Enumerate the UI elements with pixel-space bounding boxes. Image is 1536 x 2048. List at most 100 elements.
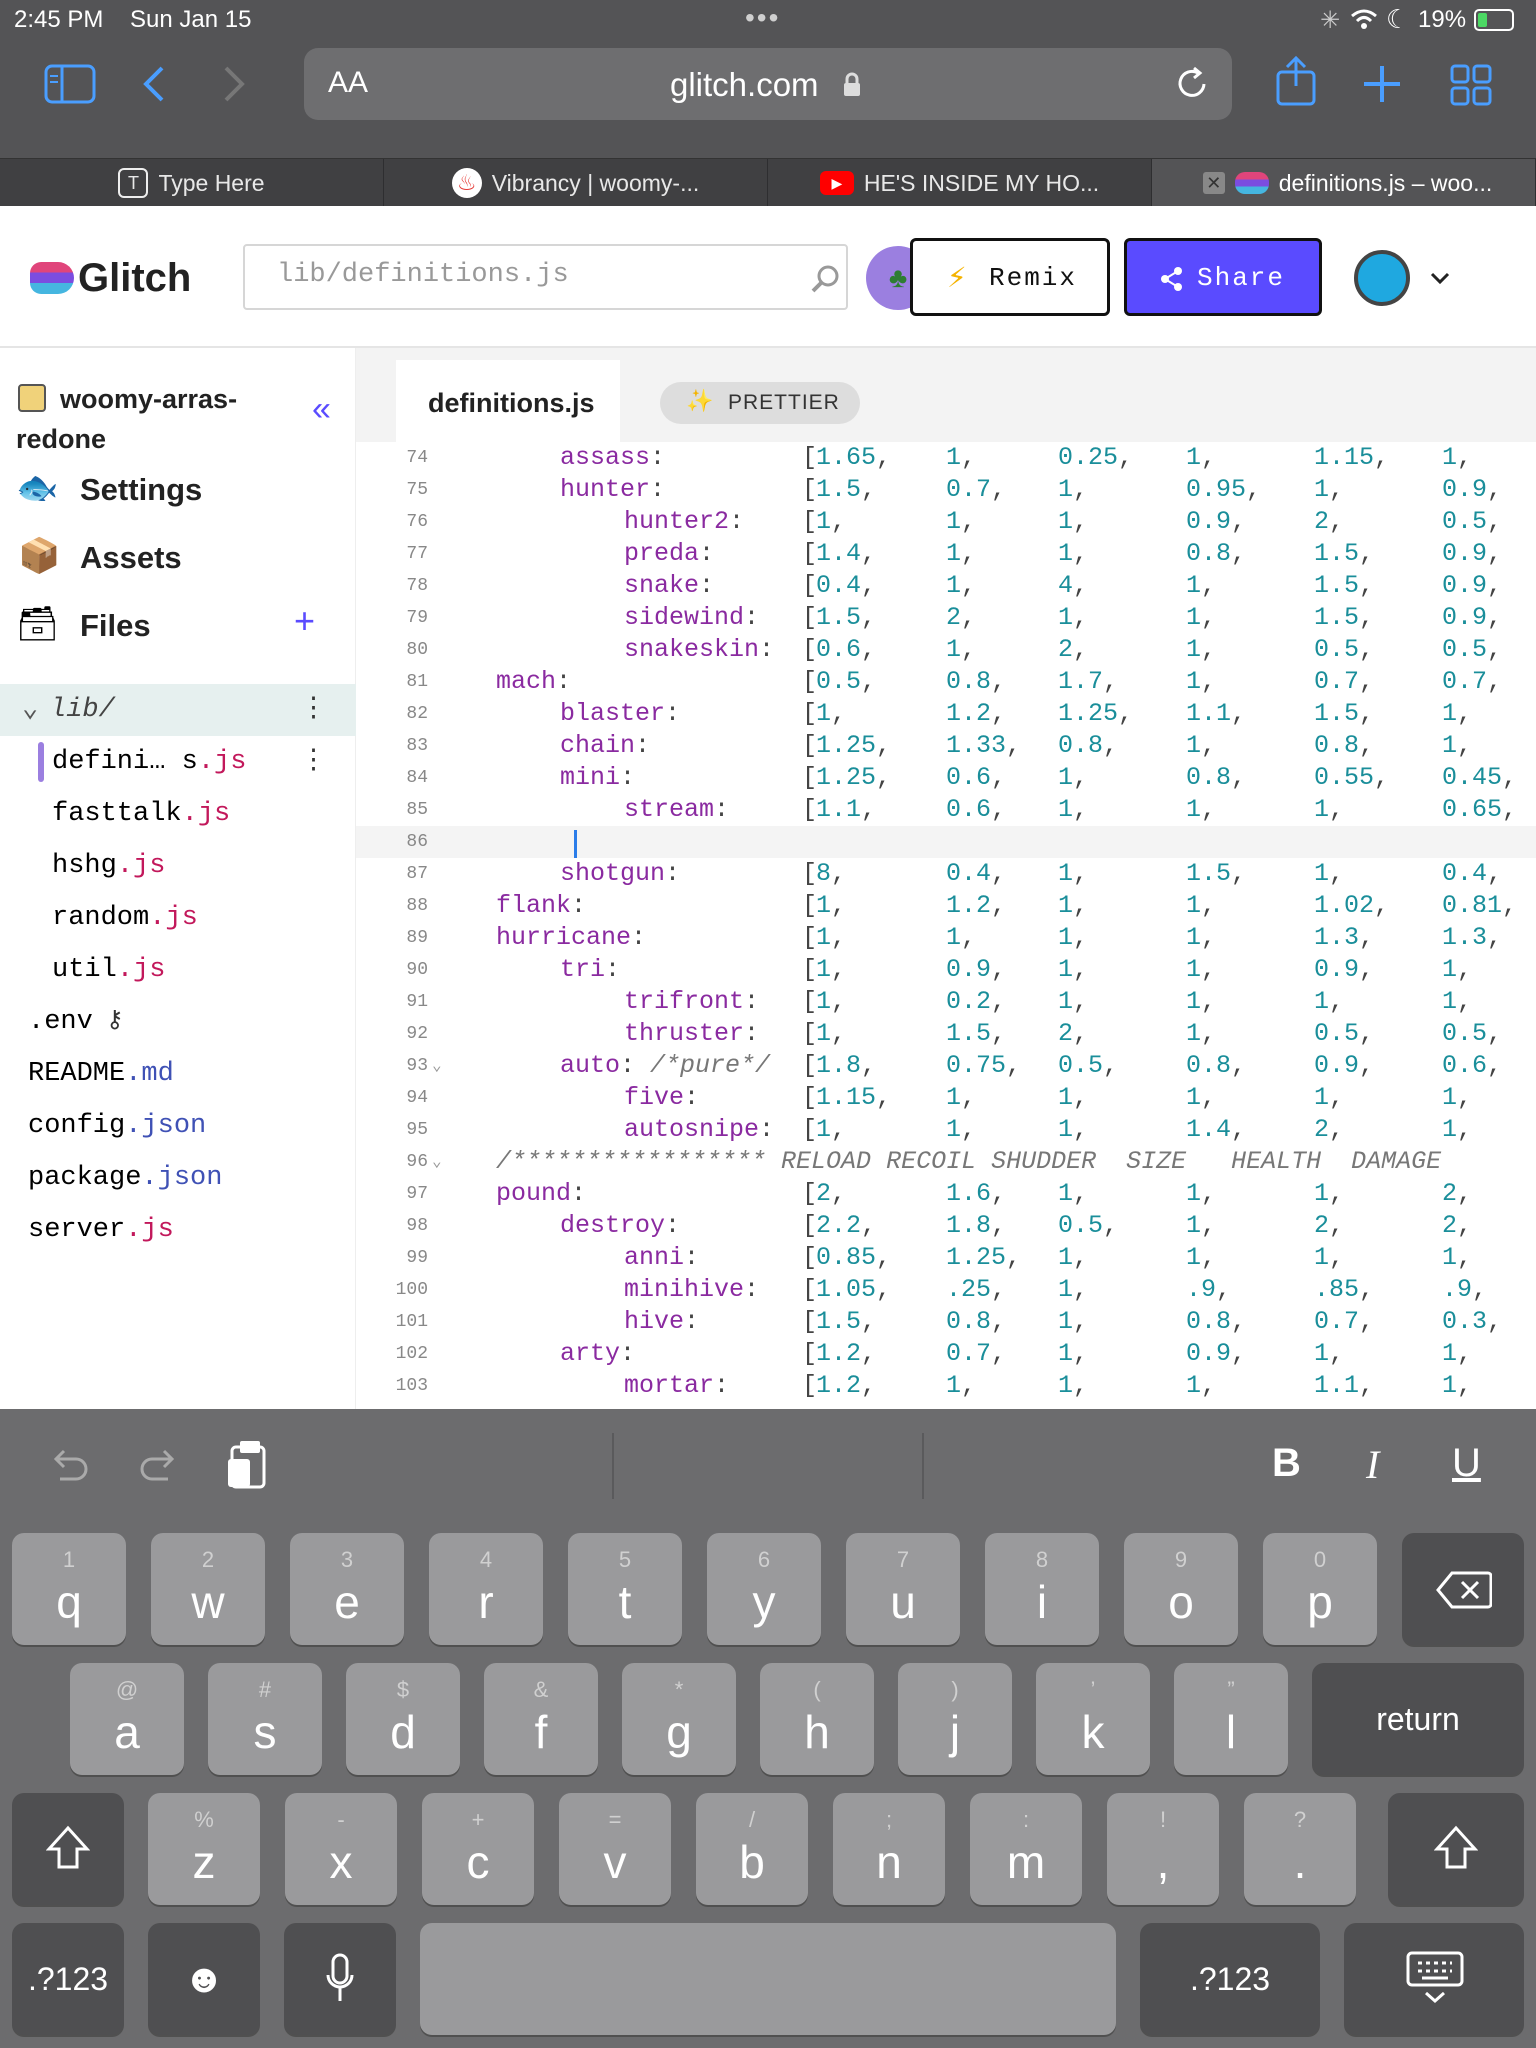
brand-name[interactable]: Glitch	[78, 256, 191, 301]
key-s[interactable]: # s	[208, 1663, 322, 1775]
address-bar[interactable]: AA glitch.com	[304, 48, 1232, 120]
editor-tab-definitions[interactable]: definitions.js	[396, 360, 620, 442]
key-m[interactable]: :m	[970, 1793, 1082, 1905]
key-c[interactable]: + c	[422, 1793, 534, 1905]
key-l[interactable]: ” l	[1174, 1663, 1288, 1775]
code-line[interactable]: 85 stream: [1.1, 0.6, 1, 1, 1, 0.65,	[356, 794, 1536, 826]
prettier-button[interactable]: ✨ PRETTIER	[660, 382, 860, 424]
code-line[interactable]: 74 assass: [1.65, 1, 0.25, 1, 1.15, 1,	[356, 442, 1536, 474]
glitch-logo-icon[interactable]	[30, 262, 74, 294]
search-icon[interactable]	[811, 264, 841, 294]
folder-lib[interactable]: ⌄ lib/ ⋮	[0, 684, 356, 736]
key-t[interactable]: 5t	[568, 1533, 682, 1645]
key-p[interactable]: 0p	[1263, 1533, 1377, 1645]
code-line[interactable]: 81 mach: [0.5, 0.8, 1.7, 1, 0.7, 0.7,	[356, 666, 1536, 698]
key-d[interactable]: $ d	[346, 1663, 460, 1775]
text-size-button[interactable]: AA	[328, 66, 368, 100]
shift-key-right[interactable]	[1388, 1793, 1524, 1905]
files-link[interactable]: Files	[80, 608, 151, 644]
file-item-definitions[interactable]: defini… s.js ⋮	[0, 736, 356, 788]
delete-key[interactable]	[1402, 1533, 1524, 1645]
browser-tab-4[interactable]: ✕ definitions.js – woo...	[1152, 159, 1536, 207]
key-a[interactable]: @ a	[70, 1663, 184, 1775]
file-item-random[interactable]: random.js	[0, 892, 356, 944]
numbers-key-right[interactable]: .?123	[1140, 1923, 1320, 2035]
key-i[interactable]: 8i	[985, 1533, 1099, 1645]
project-name-line2[interactable]: redone	[16, 424, 106, 455]
code-line[interactable]: 89 hurricane: [1, 1, 1, 1, 1.3, 1.3,	[356, 922, 1536, 954]
browser-tab-1[interactable]: T Type Here	[0, 159, 384, 207]
code-line[interactable]: 103 mortar: [1.2, 1, 1, 1, 1.1, 1,	[356, 1370, 1536, 1402]
key-e[interactable]: 3e	[290, 1533, 404, 1645]
code-line[interactable]: 101 hive: [1.5, 0.8, 1, 0.8, 0.7, 0.3,	[356, 1306, 1536, 1338]
key-f[interactable]: & f	[484, 1663, 598, 1775]
browser-tab-2[interactable]: ♨ Vibrancy | woomy-...	[384, 159, 768, 207]
key-x[interactable]: -x	[285, 1793, 397, 1905]
code-line[interactable]: 80 snakeskin: [0.6, 1, 2, 1, 0.5, 0.5,	[356, 634, 1536, 666]
reload-icon[interactable]	[1174, 66, 1210, 102]
key-j[interactable]: ) j	[898, 1663, 1012, 1775]
file-item-config[interactable]: config.json	[0, 1100, 356, 1152]
code-line[interactable]: 84 mini: [1.25, 0.6, 1, 0.8, 0.55, 0.45,	[356, 762, 1536, 794]
forward-icon[interactable]	[218, 64, 248, 104]
key-b[interactable]: / b	[696, 1793, 808, 1905]
code-line[interactable]: 83 chain: [1.25, 1.33, 0.8, 1, 0.8, 1,	[356, 730, 1536, 762]
key-w[interactable]: 2w	[151, 1533, 265, 1645]
code-line[interactable]: 94 five: [1.15, 1, 1, 1, 1, 1,	[356, 1082, 1536, 1114]
paste-icon[interactable]	[226, 1439, 270, 1491]
url-text[interactable]: glitch.com	[670, 66, 819, 104]
code-line[interactable]: 98 destroy: [2.2, 1.8, 0.5, 1, 2, 2,	[356, 1210, 1536, 1242]
remix-button[interactable]: ⚡ Remix	[910, 238, 1110, 316]
bold-icon[interactable]: B	[1272, 1441, 1301, 1486]
project-name-line1[interactable]: woomy-arras-	[60, 384, 237, 415]
code-line[interactable]: 95 autosnipe: [1, 1, 1, 1.4, 2, 1,	[356, 1114, 1536, 1146]
undo-icon[interactable]	[48, 1447, 90, 1485]
code-line[interactable]: 90 tri: [1, 0.9, 1, 1, 0.9, 1,	[356, 954, 1536, 986]
browser-tab-3[interactable]: ▶ HE'S INSIDE MY HO...	[768, 159, 1152, 207]
fold-chevron-icon[interactable]: ⌄	[432, 1146, 442, 1178]
key-z[interactable]: % z	[148, 1793, 260, 1905]
code-line[interactable]: 96 /***************** RELOAD RECOIL SHUDD…	[356, 1146, 1536, 1178]
key-h[interactable]: (h	[760, 1663, 874, 1775]
share-icon[interactable]	[1274, 56, 1318, 108]
key-o[interactable]: 9o	[1124, 1533, 1238, 1645]
search-value[interactable]: lib/definitions.js	[277, 260, 569, 290]
dictation-key[interactable]	[284, 1923, 396, 2035]
key-n[interactable]: ; n	[833, 1793, 945, 1905]
key-q[interactable]: 1q	[12, 1533, 126, 1645]
chevron-down-icon[interactable]	[1430, 272, 1450, 286]
file-item-package[interactable]: package.json	[0, 1152, 356, 1204]
file-item-hshg[interactable]: hshg.js	[0, 840, 356, 892]
user-avatar-icon[interactable]	[1354, 250, 1410, 306]
code-area[interactable]: 74 assass: [1.65, 1, 0.25, 1, 1.15, 1, 75 hunter:…	[356, 442, 1536, 1409]
collapse-sidebar-icon[interactable]: «	[312, 390, 331, 429]
code-line[interactable]: 99 anni: [0.85, 1.25, 1, 1, 1, 1,	[356, 1242, 1536, 1274]
key-r[interactable]: 4r	[429, 1533, 543, 1645]
code-line[interactable]: 77 preda: [1.4, 1, 1, 0.8, 1.5, 0.9,	[356, 538, 1536, 570]
dismiss-keyboard-key[interactable]	[1344, 1923, 1524, 2035]
numbers-key-left[interactable]: .?123	[12, 1923, 124, 2035]
share-button[interactable]: Share	[1124, 238, 1322, 316]
code-line[interactable]: 87 shotgun: [8, 0.4, 1, 1.5, 1, 0.4,	[356, 858, 1536, 890]
code-line[interactable]: 76 hunter2: [1, 1, 1, 0.9, 2, 0.5,	[356, 506, 1536, 538]
code-line[interactable]: 97 pound: [2, 1.6, 1, 1, 1, 2,	[356, 1178, 1536, 1210]
code-line[interactable]: 93 auto: /*pure*/ [1.8, 0.75, 0.5, 0.8, 0.9, 0.…	[356, 1050, 1536, 1082]
code-line[interactable]: 102 arty: [1.2, 0.7, 1, 0.9, 1, 1,	[356, 1338, 1536, 1370]
redo-icon[interactable]	[138, 1447, 180, 1485]
tab-overview-icon[interactable]	[1450, 64, 1492, 106]
key-y[interactable]: 6y	[707, 1533, 821, 1645]
code-line[interactable]: 88 flank: [1, 1.2, 1, 1, 1.02, 0.81,	[356, 890, 1536, 922]
add-file-icon[interactable]: +	[294, 600, 315, 642]
fold-chevron-icon[interactable]: ⌄	[432, 1050, 442, 1082]
settings-link[interactable]: Settings	[80, 472, 202, 508]
shift-key-left[interactable]	[12, 1793, 124, 1905]
sidebar-toggle-icon[interactable]	[44, 64, 96, 104]
underline-icon[interactable]: U	[1452, 1441, 1481, 1486]
key-.[interactable]: ?.	[1244, 1793, 1356, 1905]
code-line[interactable]: 79 sidewind: [1.5, 2, 1, 1, 1.5, 0.9,	[356, 602, 1536, 634]
file-item-util[interactable]: util.js	[0, 944, 356, 996]
file-search-input[interactable]: lib/definitions.js	[243, 244, 848, 310]
code-line[interactable]: 75 hunter: [1.5, 0.7, 1, 0.95, 1, 0.9,	[356, 474, 1536, 506]
file-item-fasttalk[interactable]: fasttalk.js	[0, 788, 356, 840]
assets-link[interactable]: Assets	[80, 540, 182, 576]
